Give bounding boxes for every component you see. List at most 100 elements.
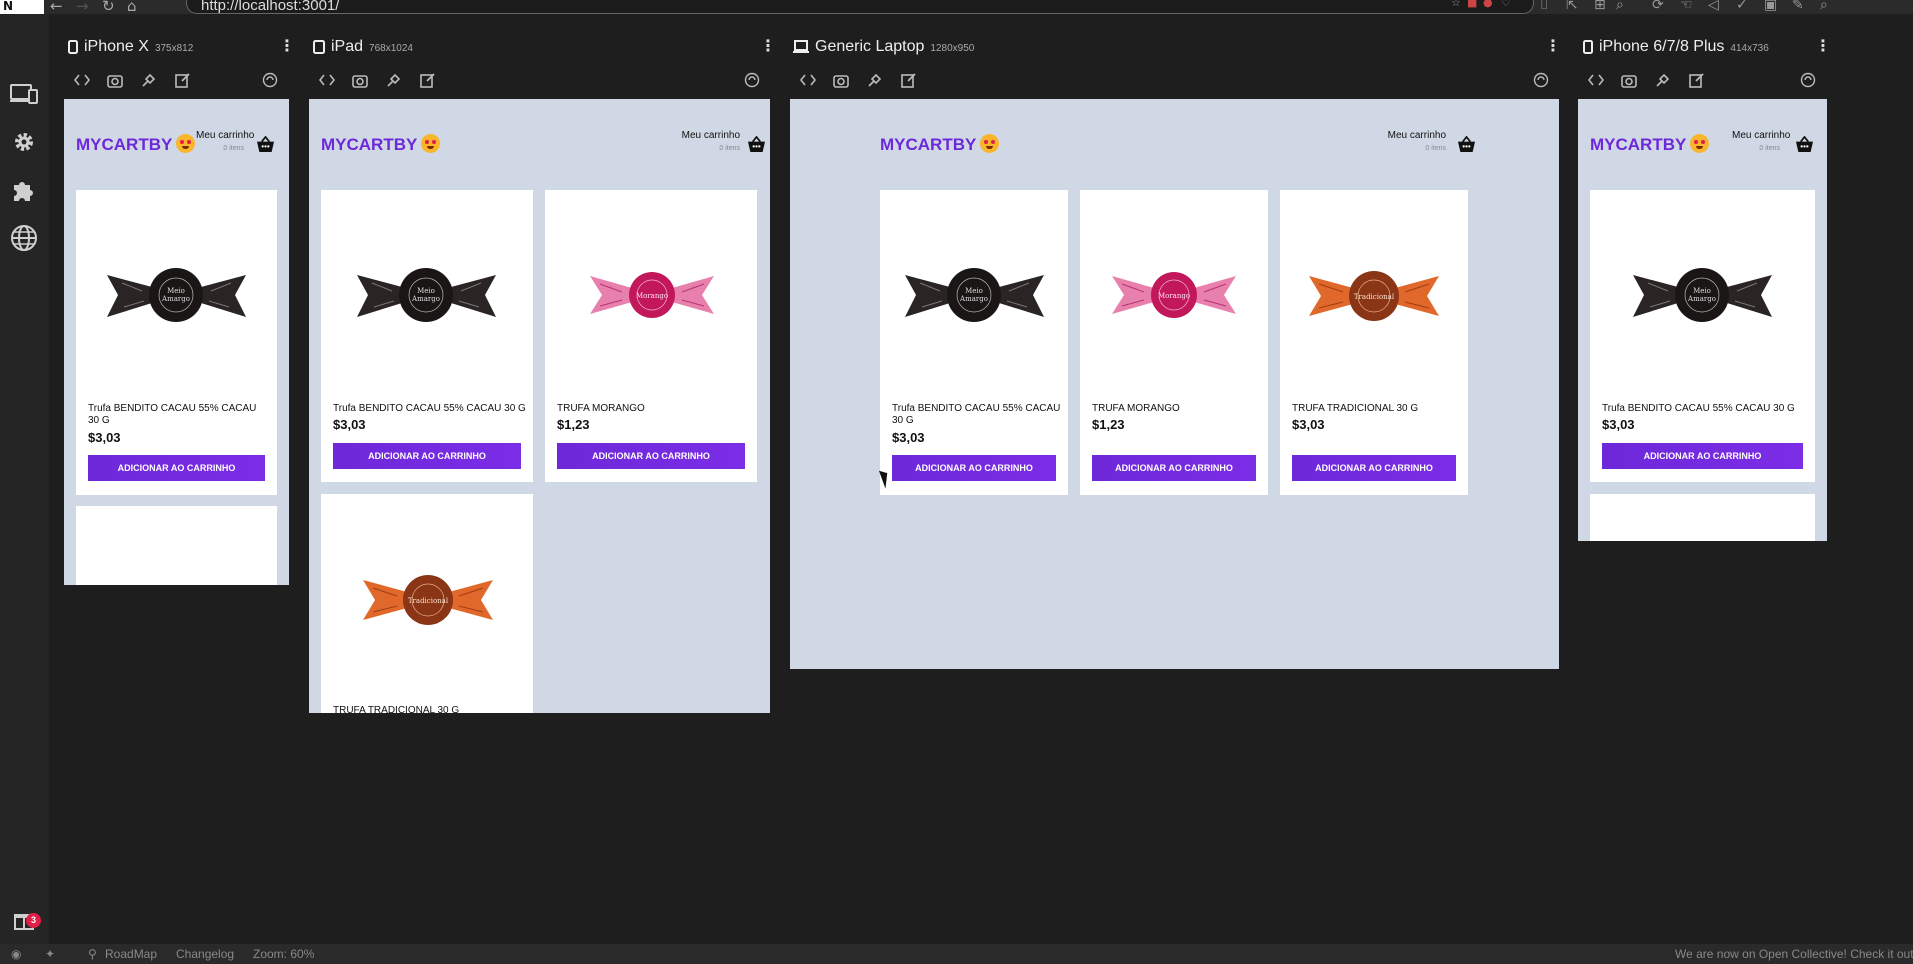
add-to-cart-button[interactable]: ADICIONAR AO CARRINHO [892,455,1056,481]
screenshot-icon[interactable] [831,70,851,90]
product-image-morango[interactable]: Morango [1110,270,1238,320]
rotate-icon[interactable] [260,70,280,90]
product-price: $1,23 [1092,417,1125,432]
product-name[interactable]: TRUFA MORANGO [557,403,752,415]
cart-count: 0 itens [223,145,244,152]
product-image-tradicional[interactable]: Tradicional [361,572,495,628]
product-name[interactable]: TRUFA TRADICIONAL 30 G [1292,403,1462,415]
home-icon[interactable]: ⌂ [127,0,137,15]
check-icon[interactable]: ✓ [1736,0,1748,13]
gear-icon[interactable] [8,126,40,158]
product-name[interactable]: Trufa BENDITO CACAU 55% CACAU 30 G [333,403,528,415]
more-options-icon[interactable]: ⋮ [1545,36,1561,55]
devices-icon[interactable] [8,78,40,110]
device-size: 375x812 [154,43,194,54]
globe-icon[interactable] [8,222,40,254]
screenshot-icon[interactable] [105,70,125,90]
mute-icon[interactable]: ◁ [1708,0,1719,13]
inspect-icon[interactable] [139,70,159,90]
extension-icon[interactable]: ⌷ [1540,0,1548,13]
basket-icon[interactable] [1457,136,1476,153]
edit-icon[interactable] [173,70,193,90]
puzzle-icon[interactable] [8,174,40,206]
edit-icon[interactable] [418,70,438,90]
roadmap-link[interactable]: RoadMap [105,947,157,961]
add-to-cart-button[interactable]: ADICIONAR AO CARRINHO [88,455,265,481]
add-icon[interactable]: ⊞ [1594,0,1606,13]
open-collective-message[interactable]: We are now on Open Collective! Check it … [1675,947,1913,961]
rotate-icon[interactable] [742,70,762,90]
hand-icon[interactable]: ☜ [1680,0,1693,13]
product-price: $1,23 [557,417,590,432]
site-brand[interactable]: MYCARTBY [880,134,1000,155]
inspect-icon[interactable] [384,70,404,90]
github-icon[interactable]: ◉ [11,947,21,961]
search-icon[interactable]: ⌕ [1820,0,1828,13]
camera-icon[interactable]: ▣ [1764,0,1777,13]
code-icon[interactable] [317,70,337,90]
product-name[interactable]: Trufa BENDITO CACAU 55% CACAU 30 G [892,403,1062,427]
more-options-icon[interactable]: ⋮ [760,36,776,55]
add-to-cart-button[interactable]: ADICIONAR AO CARRINHO [333,443,521,469]
reload-icon[interactable]: ↻ [102,0,115,15]
cart-label: Meu carrinho [1387,130,1446,141]
product-name[interactable]: Trufa BENDITO CACAU 55% CACAU 30 G [1602,403,1807,415]
screenshot-icon[interactable] [350,70,370,90]
star-icon[interactable]: ☆ [1451,0,1461,9]
edit-icon[interactable] [1687,70,1707,90]
svg-text:Tradicional: Tradicional [1354,293,1395,301]
code-icon[interactable] [72,70,92,90]
heart-icon[interactable]: ♡ [1501,0,1511,9]
inspect-icon[interactable] [1653,70,1673,90]
product-image-tradicional[interactable]: Tradicional [1307,268,1441,324]
cart-label: Meu carrinho [1732,130,1791,141]
product-image-bendito[interactable]: MeioAmargo [902,265,1047,325]
add-to-cart-button[interactable]: ADICIONAR AO CARRINHO [1292,455,1456,481]
roadmap-icon: ⚲ [88,947,97,961]
rotate-icon[interactable] [1798,70,1818,90]
url-bar[interactable]: http://localhost:3001/ ☆ ■ ● ♡ [186,0,1534,14]
more-options-icon[interactable]: ⋮ [1815,36,1831,55]
add-to-cart-button[interactable]: ADICIONAR AO CARRINHO [1602,443,1803,469]
changelog-link[interactable]: Changelog [176,947,234,961]
forward-icon[interactable]: → [76,0,89,15]
site-brand[interactable]: MYCARTBY [76,134,196,155]
site-brand[interactable]: MYCARTBY [321,134,441,155]
pen-icon[interactable]: ✎ [1792,0,1804,13]
code-icon[interactable] [1586,70,1606,90]
svg-text:Morango: Morango [636,292,668,300]
laptop-icon [793,40,809,53]
twitter-icon[interactable]: ✦ [45,947,55,961]
product-price: $3,03 [892,430,925,445]
product-image-bendito[interactable]: MeioAmargo [354,265,499,325]
product-image-bendito[interactable]: MeioAmargo [104,265,249,325]
zoom-icon[interactable]: ⌕ [1616,0,1624,13]
product-name[interactable]: TRUFA MORANGO [1092,403,1262,415]
rotate-icon[interactable] [1531,70,1551,90]
star-struck-emoji-icon [421,134,441,153]
basket-icon[interactable] [747,136,766,153]
star-struck-emoji-icon [980,134,1000,153]
rotate-icon[interactable]: ⟳ [1652,0,1664,13]
basket-icon[interactable] [256,136,275,153]
product-image-bendito[interactable]: MeioAmargo [1630,265,1775,325]
extension-icon[interactable]: ■ [1467,0,1477,9]
add-to-cart-button[interactable]: ADICIONAR AO CARRINHO [1092,455,1256,481]
add-to-cart-button[interactable]: ADICIONAR AO CARRINHO [557,443,745,469]
back-icon[interactable]: ← [50,0,63,15]
edit-icon[interactable] [899,70,919,90]
cursor-icon[interactable]: ⇱ [1566,0,1578,13]
site-brand[interactable]: MYCARTBY [1590,134,1710,155]
screenshot-icon[interactable] [1619,70,1639,90]
extension-icon[interactable]: ● [1483,0,1493,9]
basket-icon[interactable] [1795,136,1814,153]
inspect-icon[interactable] [865,70,885,90]
product-name[interactable]: Trufa BENDITO CACAU 55% CACAU 30 G [88,403,268,427]
code-icon[interactable] [798,70,818,90]
device-name: Generic Laptop [815,38,925,55]
device-name: iPhone 6/7/8 Plus [1599,38,1725,55]
product-name[interactable]: TRUFA TRADICIONAL 30 G [333,705,528,713]
more-options-icon[interactable]: ⋮ [279,36,295,55]
product-card: Tradicional TRUFA TRADICIONAL 30 G [321,494,533,713]
product-image-morango[interactable]: Morango [588,270,716,320]
